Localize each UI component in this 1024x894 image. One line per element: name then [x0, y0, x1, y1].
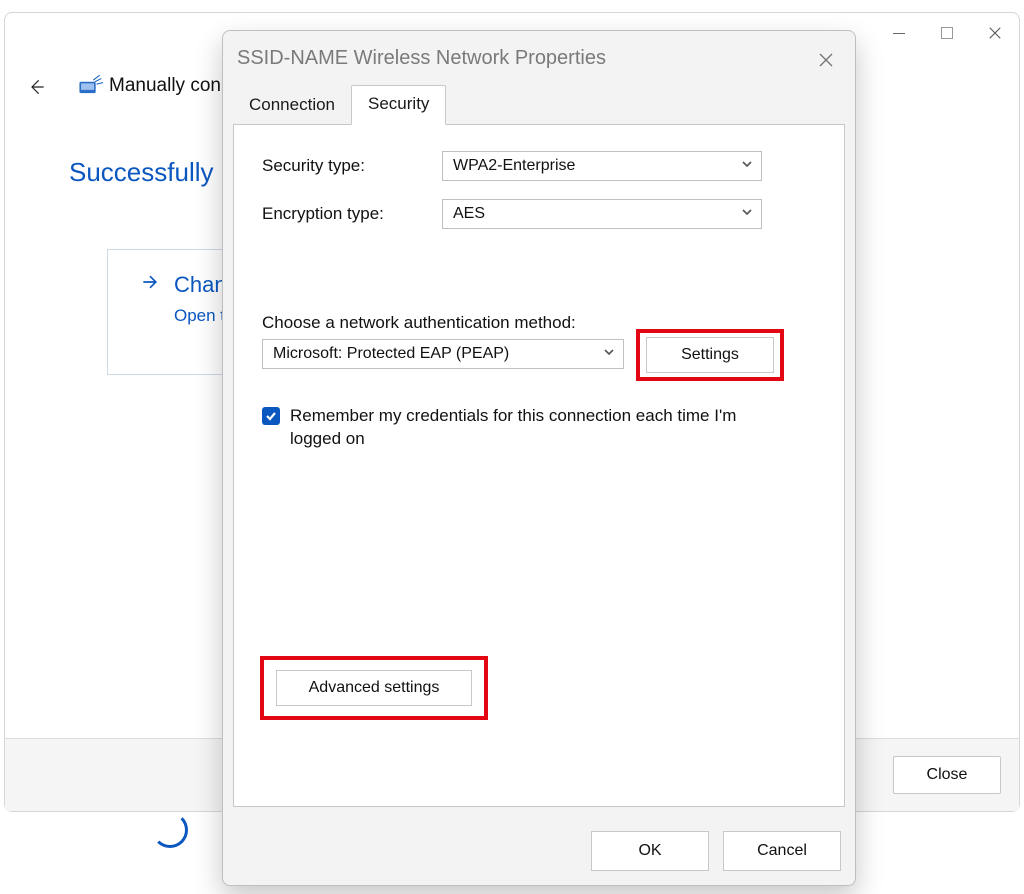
remember-credentials-checkbox[interactable] — [262, 407, 280, 425]
close-window-button[interactable] — [971, 13, 1019, 53]
dialog-footer-buttons: OK Cancel — [591, 831, 841, 871]
security-type-value: WPA2-Enterprise — [453, 157, 575, 175]
arrow-right-icon — [140, 272, 160, 298]
parent-heading: Manually con — [109, 75, 221, 97]
ok-button[interactable]: OK — [591, 831, 709, 871]
encryption-type-value: AES — [453, 205, 485, 223]
auth-settings-button[interactable]: Settings — [646, 337, 774, 373]
auth-method-value: Microsoft: Protected EAP (PEAP) — [273, 345, 509, 363]
wireless-properties-dialog: SSID-NAME Wireless Network Properties Co… — [222, 30, 856, 886]
dialog-title: SSID-NAME Wireless Network Properties — [237, 47, 606, 70]
chevron-down-icon — [741, 205, 753, 223]
encryption-type-label: Encryption type: — [262, 204, 442, 224]
dialog-tabs: Connection Security — [233, 89, 446, 125]
auth-method-dropdown[interactable]: Microsoft: Protected EAP (PEAP) — [262, 339, 624, 369]
security-type-dropdown[interactable]: WPA2-Enterprise — [442, 151, 762, 181]
security-tab-panel: Security type: WPA2-Enterprise Encryptio… — [233, 124, 845, 807]
loading-spinner-icon — [152, 812, 188, 848]
network-wizard-icon — [77, 73, 103, 97]
encryption-type-dropdown[interactable]: AES — [442, 199, 762, 229]
back-button[interactable] — [27, 77, 47, 102]
chevron-down-icon — [741, 157, 753, 175]
advanced-settings-highlight: Advanced settings — [260, 656, 488, 720]
minimize-button[interactable] — [875, 13, 923, 53]
success-heading: Successfully — [69, 157, 214, 188]
remember-credentials-label: Remember my credentials for this connect… — [290, 405, 742, 451]
advanced-settings-button[interactable]: Advanced settings — [276, 670, 472, 706]
tab-security[interactable]: Security — [351, 85, 446, 125]
security-type-label: Security type: — [262, 156, 442, 176]
chevron-down-icon — [603, 345, 615, 363]
maximize-button[interactable] — [923, 13, 971, 53]
tab-connection[interactable]: Connection — [233, 87, 351, 125]
cancel-button[interactable]: Cancel — [723, 831, 841, 871]
parent-close-button[interactable]: Close — [893, 756, 1001, 794]
dialog-close-button[interactable] — [811, 45, 841, 75]
settings-button-highlight: Settings — [636, 329, 784, 381]
